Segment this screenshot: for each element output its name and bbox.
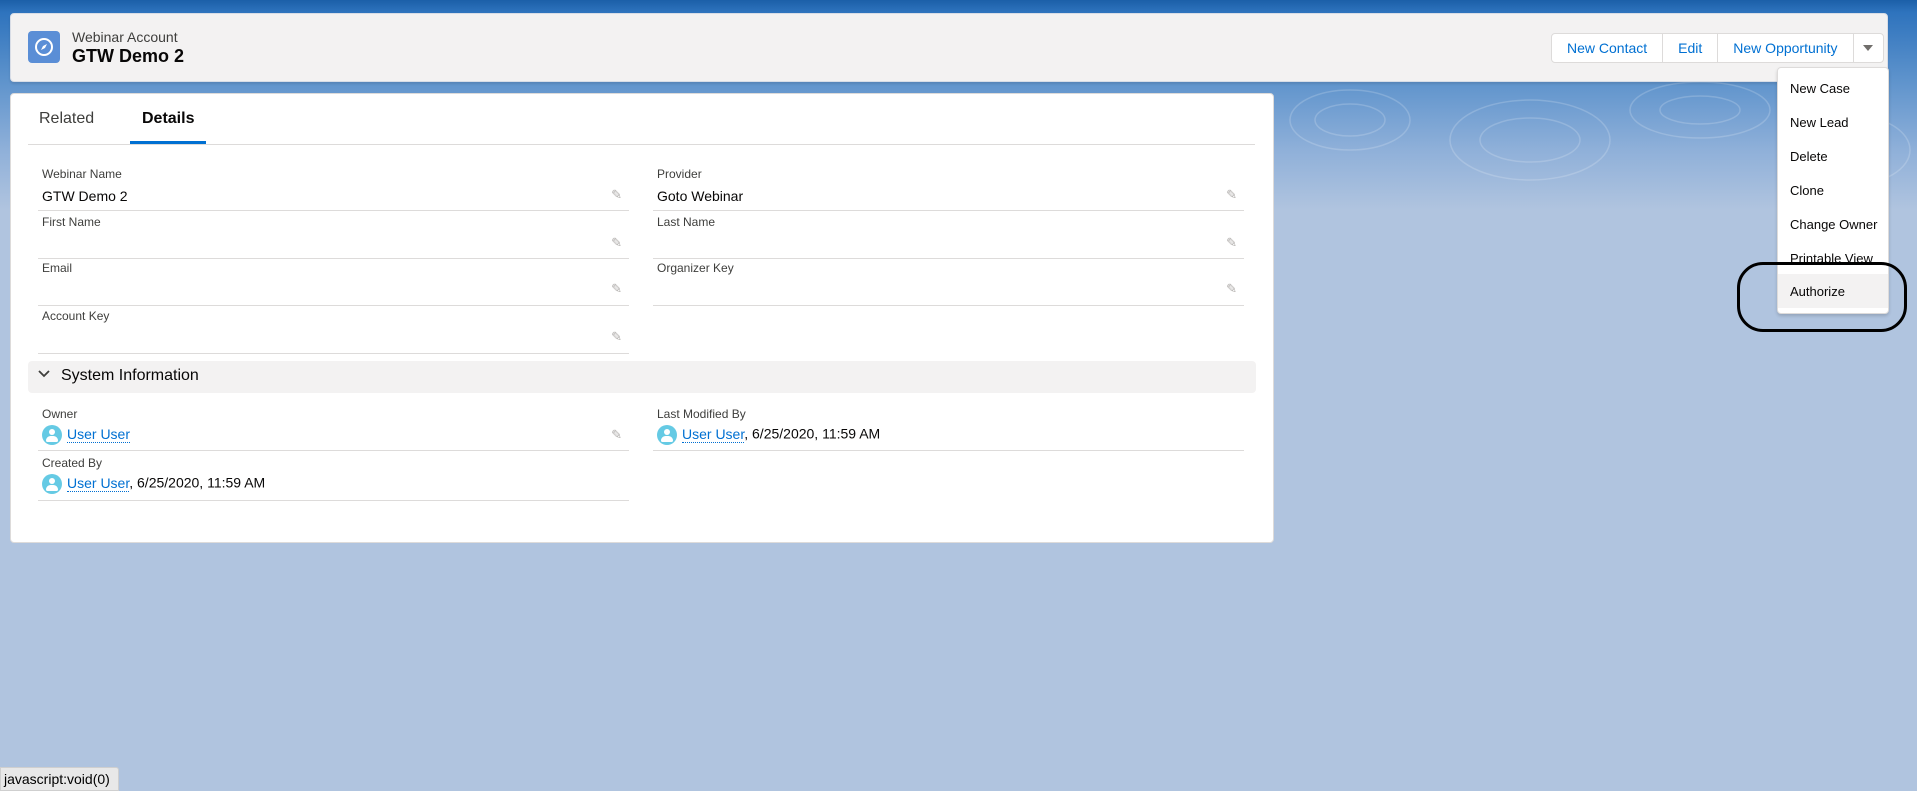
webinar-account-icon — [28, 31, 60, 63]
browser-status-bar: javascript:void(0) — [0, 767, 119, 791]
field-account-key: Account Key ✎ — [38, 309, 629, 354]
field-first-name: First Name ✎ — [38, 215, 629, 259]
menu-item-clone[interactable]: Clone — [1778, 173, 1888, 207]
edit-pencil-icon[interactable]: ✎ — [611, 187, 622, 203]
user-avatar-icon — [42, 425, 62, 445]
annotation-highlight-circle — [1737, 262, 1907, 332]
field-organizer-key: Organizer Key ✎ — [653, 261, 1244, 306]
field-owner: Owner User User ✎ — [38, 407, 629, 451]
field-label: Last Modified By — [657, 407, 746, 421]
menu-item-new-case[interactable]: New Case — [1778, 71, 1888, 105]
field-provider: Provider Goto Webinar ✎ — [653, 167, 1244, 211]
owner-user-link[interactable]: User User — [67, 425, 131, 443]
edit-pencil-icon[interactable]: ✎ — [1226, 281, 1237, 297]
field-last-modified-by: Last Modified By User User, 6/25/2020, 1… — [653, 407, 1244, 451]
edit-pencil-icon[interactable]: ✎ — [1226, 187, 1237, 203]
edit-pencil-icon[interactable]: ✎ — [611, 329, 622, 345]
field-value: User User, 6/25/2020, 11:59 AM — [42, 474, 265, 494]
last-modified-by-user-link[interactable]: User User — [682, 425, 745, 443]
created-by-timestamp: , 6/25/2020, 11:59 AM — [129, 474, 266, 491]
field-label: First Name — [42, 215, 101, 229]
tab-divider — [28, 144, 1255, 145]
field-value: User User, 6/25/2020, 11:59 AM — [657, 425, 880, 445]
field-label: Last Name — [657, 215, 716, 229]
menu-item-change-owner[interactable]: Change Owner — [1778, 207, 1888, 241]
edit-button[interactable]: Edit — [1662, 33, 1719, 63]
chevron-down-icon — [38, 367, 50, 383]
field-value: User User — [42, 425, 131, 445]
object-type-label: Webinar Account — [72, 29, 178, 45]
menu-item-new-lead[interactable]: New Lead — [1778, 105, 1888, 139]
field-last-name: Last Name ✎ — [653, 215, 1244, 259]
edit-pencil-icon[interactable]: ✎ — [611, 281, 622, 297]
field-label: Provider — [657, 167, 702, 181]
user-avatar-icon — [42, 474, 62, 494]
field-webinar-name: Webinar Name GTW Demo 2 ✎ — [38, 167, 629, 211]
field-label: Account Key — [42, 309, 110, 323]
record-title: GTW Demo 2 — [72, 46, 185, 66]
section-title: System Information — [61, 367, 199, 384]
tab-related[interactable]: Related — [39, 110, 94, 128]
system-information-section-header[interactable]: System Information — [28, 361, 1256, 393]
record-detail-card: Related Details Webinar Name GTW Demo 2 … — [10, 93, 1274, 543]
chevron-down-icon — [1863, 45, 1874, 51]
field-value: GTW Demo 2 — [42, 188, 128, 204]
new-contact-button[interactable]: New Contact — [1551, 33, 1664, 63]
created-by-user-link[interactable]: User User — [67, 474, 130, 492]
field-created-by: Created By User User, 6/25/2020, 11:59 A… — [38, 456, 629, 501]
field-label: Webinar Name — [42, 167, 122, 181]
field-label: Email — [42, 261, 73, 275]
edit-pencil-icon[interactable]: ✎ — [611, 235, 622, 251]
tab-details[interactable]: Details — [142, 110, 194, 128]
more-actions-button[interactable] — [1852, 33, 1884, 63]
action-button-group: New Contact Edit New Opportunity — [1551, 33, 1884, 63]
field-label: Organizer Key — [657, 261, 734, 275]
change-owner-icon[interactable]: ✎ — [611, 427, 622, 443]
field-email: Email ✎ — [38, 261, 629, 306]
menu-item-delete[interactable]: Delete — [1778, 139, 1888, 173]
compass-icon — [35, 38, 53, 56]
edit-pencil-icon[interactable]: ✎ — [1226, 235, 1237, 251]
field-label: Created By — [42, 456, 103, 470]
user-avatar-icon — [657, 425, 677, 445]
record-header: Webinar Account GTW Demo 2 New Contact E… — [10, 13, 1888, 82]
field-label: Owner — [42, 407, 78, 421]
field-value: Goto Webinar — [657, 188, 744, 204]
new-opportunity-button[interactable]: New Opportunity — [1717, 33, 1854, 63]
last-modified-timestamp: , 6/25/2020, 11:59 AM — [744, 425, 881, 442]
